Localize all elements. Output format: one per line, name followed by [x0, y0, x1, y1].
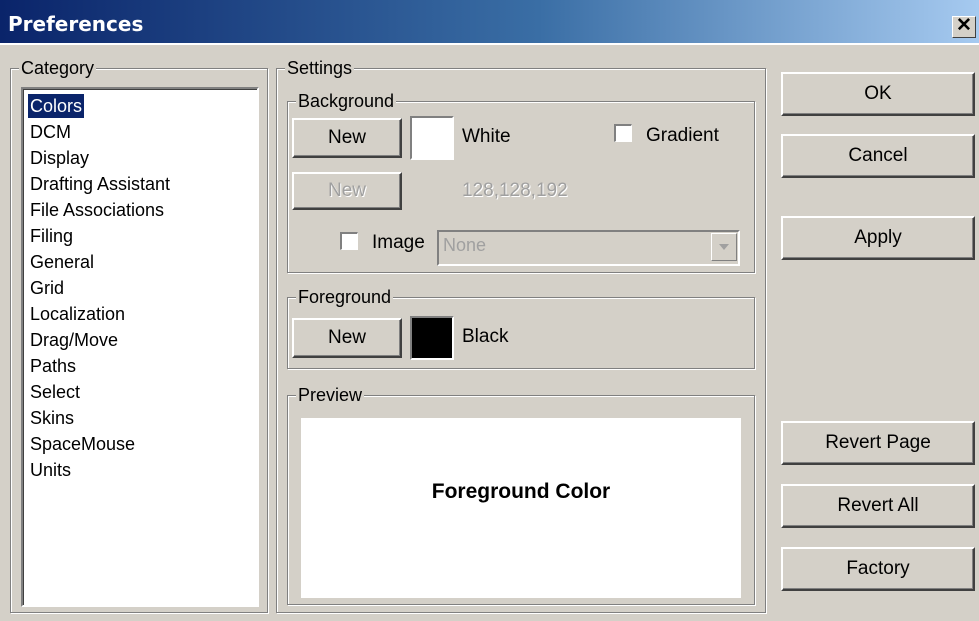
- category-item[interactable]: Drafting Assistant: [28, 172, 172, 196]
- category-item[interactable]: General: [28, 250, 96, 274]
- gradient-checkbox[interactable]: [614, 124, 632, 142]
- category-item[interactable]: Skins: [28, 406, 76, 430]
- category-item[interactable]: Localization: [28, 302, 127, 326]
- image-select[interactable]: None: [437, 230, 740, 266]
- gradient-label: Gradient: [646, 125, 719, 146]
- foreground-legend: Foreground: [296, 286, 394, 308]
- category-item[interactable]: DCM: [28, 120, 73, 144]
- foreground-new-button[interactable]: New: [292, 318, 402, 358]
- category-item[interactable]: Display: [28, 146, 91, 170]
- background-color-name: White: [462, 126, 511, 147]
- category-item[interactable]: Drag/Move: [28, 328, 120, 352]
- category-item[interactable]: Paths: [28, 354, 78, 378]
- cancel-button[interactable]: Cancel: [781, 134, 975, 178]
- settings-legend: Settings: [285, 57, 355, 79]
- background-color-swatch[interactable]: [410, 116, 454, 160]
- category-item[interactable]: File Associations: [28, 198, 166, 222]
- preview-pane: Foreground Color: [301, 418, 741, 598]
- category-item[interactable]: Units: [28, 458, 73, 482]
- category-legend: Category: [19, 57, 97, 79]
- window-title: Preferences: [8, 12, 144, 36]
- apply-button[interactable]: Apply: [781, 216, 975, 260]
- category-item[interactable]: Select: [28, 380, 82, 404]
- image-select-value: None: [443, 235, 487, 255]
- foreground-color-name: Black: [462, 326, 509, 347]
- background-new-button[interactable]: New: [292, 118, 402, 158]
- chevron-down-icon[interactable]: [711, 233, 737, 261]
- background-legend: Background: [296, 90, 397, 112]
- category-item[interactable]: Colors: [26, 93, 86, 119]
- factory-button[interactable]: Factory: [781, 547, 975, 591]
- image-label: Image: [372, 232, 425, 253]
- revert-page-button[interactable]: Revert Page: [781, 421, 975, 465]
- category-item[interactable]: SpaceMouse: [28, 432, 137, 456]
- ok-button[interactable]: OK: [781, 72, 975, 116]
- gradient-new-button[interactable]: New: [292, 172, 402, 210]
- title-bar: Preferences ✕: [0, 0, 979, 45]
- revert-all-button[interactable]: Revert All: [781, 484, 975, 528]
- category-item[interactable]: Grid: [28, 276, 66, 300]
- category-list[interactable]: Colors DCM Display Drafting Assistant File A…: [21, 87, 259, 607]
- gradient-color-value: 128,128,192: [462, 180, 568, 201]
- image-checkbox[interactable]: [340, 232, 358, 250]
- preview-legend: Preview: [296, 384, 365, 406]
- foreground-color-swatch[interactable]: [410, 316, 454, 360]
- preview-text: Foreground Color: [431, 480, 611, 503]
- category-item[interactable]: Filing: [28, 224, 75, 248]
- close-icon[interactable]: ✕: [952, 16, 976, 38]
